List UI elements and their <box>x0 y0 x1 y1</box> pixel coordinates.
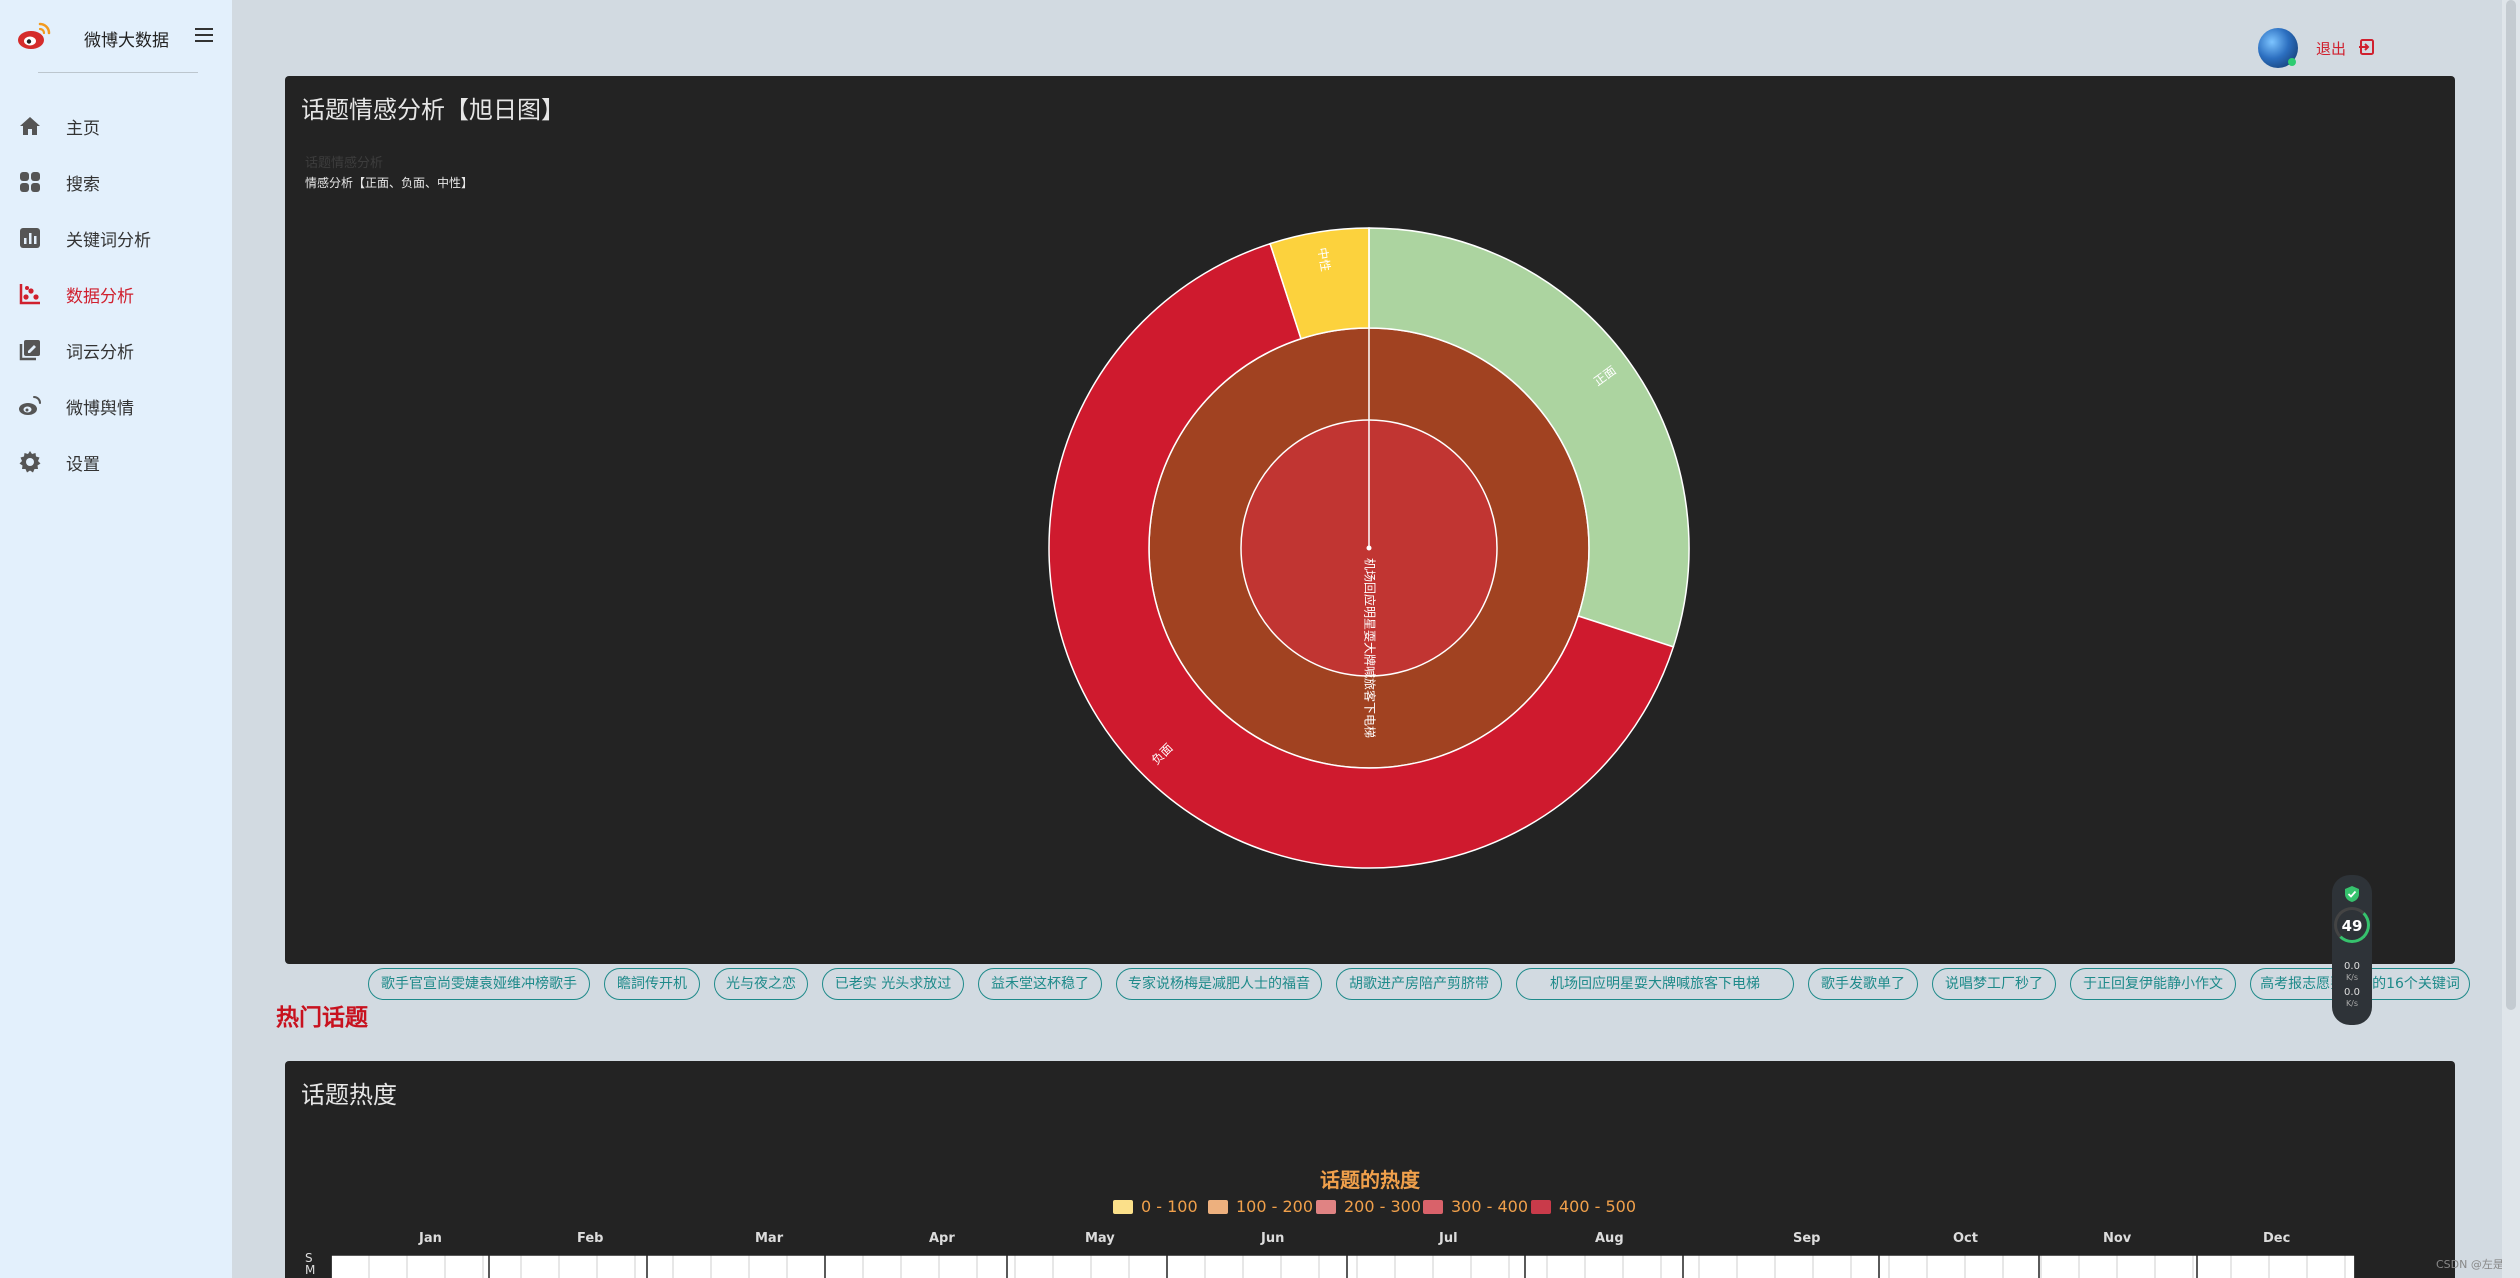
sidebar-item-label: 微博舆情 <box>66 399 134 419</box>
hot-topic-tag[interactable]: 瞻詞传开机 <box>604 968 700 1000</box>
download-unit: K/s <box>2345 999 2359 1008</box>
legend-swatch[interactable] <box>1423 1200 1443 1214</box>
sidebar-nav: 主页 搜索 关键词分析 数据分析 词云分析 微博舆情 设置 <box>0 96 232 488</box>
shield-icon <box>2345 886 2359 902</box>
calendar-heatmap-grid[interactable] <box>331 1255 2355 1278</box>
sidebar-item-weibo-sentiment[interactable]: 微博舆情 <box>0 376 232 432</box>
sidebar-item-label: 词云分析 <box>66 343 134 363</box>
legend-label[interactable]: 0 - 100 <box>1141 1197 1198 1216</box>
month-label: Feb <box>577 1231 604 1246</box>
hot-topics-title: 热门话题 <box>276 1005 368 1031</box>
legend-label[interactable]: 400 - 500 <box>1559 1197 1636 1216</box>
sidebar-item-label: 数据分析 <box>66 287 134 307</box>
hot-topic-tag[interactable]: 胡歌进产房陪产剪脐带 <box>1336 968 1502 1000</box>
month-label: Nov <box>2103 1231 2132 1246</box>
sidebar-item-label: 设置 <box>66 455 100 475</box>
download-speed: 0.0 <box>2344 987 2360 998</box>
weibo-logo-icon <box>18 22 51 49</box>
hot-topic-tag[interactable]: 益禾堂这杯稳了 <box>978 968 1102 1000</box>
hot-topic-tags: 歌手官宣尚雯婕袁娅维冲榜歌手 瞻詞传开机 光与夜之恋 已老实 光头求放过 益禾堂这杯稳了… <box>368 968 2470 1002</box>
month-label: May <box>1085 1231 1115 1246</box>
month-labels: Jan Feb Mar Apr May Jun Jul Aug Sep Oct Nov Dec <box>285 1231 2455 1251</box>
legend-swatch[interactable] <box>1208 1200 1228 1214</box>
month-label: Mar <box>755 1231 784 1246</box>
sidebar-item-data-analysis[interactable]: 数据分析 <box>0 264 232 320</box>
hot-topic-tag[interactable]: 专家说杨梅是减肥人士的福音 <box>1116 968 1322 1000</box>
cpu-percent: 49 <box>2341 917 2363 935</box>
hot-topic-tag[interactable]: 歌手官宣尚雯婕袁娅维冲榜歌手 <box>368 968 590 1000</box>
upload-speed: 0.0 <box>2344 961 2360 972</box>
panel-title: 话题热度 <box>301 1081 397 1109</box>
logout-link[interactable]: 退出 <box>2316 38 2346 59</box>
hot-topic-tag[interactable]: 已老实 光头求放过 <box>822 968 964 1000</box>
sidebar-item-keyword-analysis[interactable]: 关键词分析 <box>0 208 232 264</box>
sunburst-root-label: 机场回应明星耍大牌喊旅客下电梯 <box>1363 558 1378 738</box>
system-monitor-widget[interactable]: 49 0.0 K/s 0.0 K/s <box>2332 875 2372 1025</box>
gear-icon <box>19 451 41 473</box>
hot-topic-tag[interactable]: 说唱梦工厂秒了 <box>1932 968 2056 1000</box>
grid-icon <box>20 172 40 192</box>
legend-swatch[interactable] <box>1113 1200 1133 1214</box>
scatter-chart-icon <box>19 284 40 305</box>
sidebar-item-wordcloud[interactable]: 词云分析 <box>0 320 232 376</box>
hot-topic-tag[interactable]: 于正回复伊能静小作文 <box>2070 968 2236 1000</box>
legend-label[interactable]: 300 - 400 <box>1451 1197 1528 1216</box>
brand-divider <box>38 72 198 73</box>
bar-chart-icon <box>20 228 40 248</box>
month-label: Jun <box>1261 1231 1285 1246</box>
month-label: Sep <box>1793 1231 1821 1246</box>
heatmap-legend[interactable]: 0 - 100 100 - 200 200 - 300 300 - 400 400 - … <box>1113 1197 1673 1217</box>
weekday-label: M <box>305 1263 316 1277</box>
sidebar-item-home[interactable]: 主页 <box>0 96 232 152</box>
topic-heat-panel: 话题热度 话题的热度 0 - 100 100 - 200 200 - 300 300 … <box>285 1061 2455 1278</box>
hot-topic-tag[interactable]: 歌手发歌单了 <box>1808 968 1918 1000</box>
sunburst-center-dot <box>1366 545 1372 551</box>
month-label: Apr <box>929 1231 955 1246</box>
hot-topic-tag[interactable]: 光与夜之恋 <box>714 968 808 1000</box>
upload-unit: K/s <box>2345 973 2359 982</box>
month-label: Jan <box>419 1231 442 1246</box>
sidebar-item-label: 搜索 <box>66 175 100 195</box>
heatmap-title: 话题的热度 <box>1320 1168 1420 1192</box>
page-scrollbar[interactable] <box>2502 0 2520 1278</box>
online-status-dot <box>2288 58 2296 66</box>
legend-swatch[interactable] <box>1531 1200 1551 1214</box>
sunburst-chart[interactable]: 正面负面中性机场回应明星耍大牌喊旅客下电梯 <box>285 76 2455 964</box>
month-label: Jul <box>1439 1231 1458 1246</box>
weibo-icon <box>19 396 41 415</box>
hot-topic-tag[interactable]: 机场回应明星耍大牌喊旅客下电梯 <box>1516 968 1794 1000</box>
menu-toggle-icon[interactable] <box>194 26 214 44</box>
home-icon <box>20 117 40 135</box>
month-label: Aug <box>1595 1231 1624 1246</box>
watermark: CSDN @左是 <box>2436 1258 2504 1271</box>
scrollbar-thumb[interactable] <box>2506 0 2516 1010</box>
sidebar-item-search[interactable]: 搜索 <box>0 152 232 208</box>
legend-label[interactable]: 200 - 300 <box>1344 1197 1421 1216</box>
sidebar-item-settings[interactable]: 设置 <box>0 432 232 488</box>
book-edit-icon <box>19 340 40 361</box>
month-label: Dec <box>2263 1231 2291 1246</box>
logout-icon[interactable] <box>2358 38 2376 56</box>
month-label: Oct <box>1953 1231 1978 1246</box>
app-title: 微博大数据 <box>84 31 169 51</box>
sidebar-item-label: 关键词分析 <box>66 231 151 251</box>
brand: 微博大数据 <box>16 18 216 54</box>
legend-label[interactable]: 100 - 200 <box>1236 1197 1313 1216</box>
sentiment-sunburst-panel: 话题情感分析【旭日图】 话题情感分析 情感分析【正面、负面、中性】 正面 负面 中性… <box>285 76 2455 964</box>
legend-swatch[interactable] <box>1316 1200 1336 1214</box>
sidebar-item-label: 主页 <box>66 119 100 139</box>
sidebar: 微博大数据 主页 搜索 关键词分析 数据分析 词云分析 微博舆情 设置 <box>0 0 232 1278</box>
